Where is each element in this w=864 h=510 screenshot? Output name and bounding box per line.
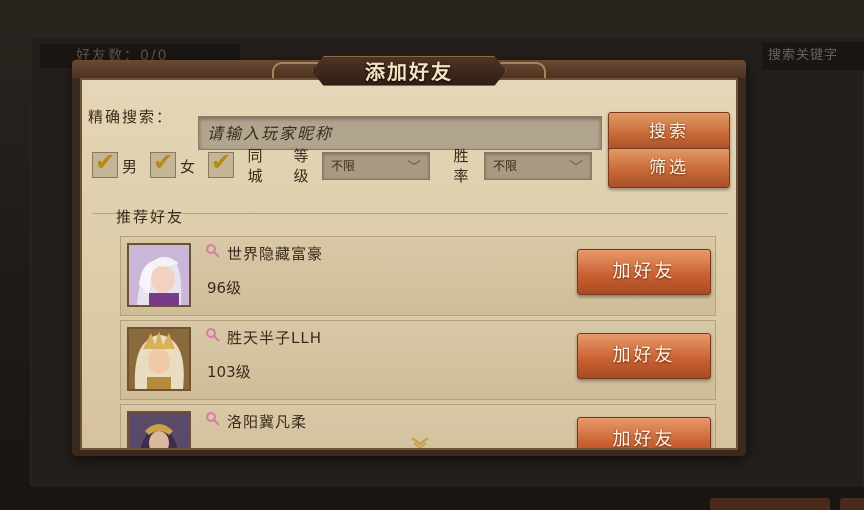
checkmark-icon: ✔ — [211, 148, 232, 176]
winrate-filter-label: 胜 率 — [452, 146, 470, 186]
avatar[interactable] — [127, 411, 191, 448]
female-checkbox[interactable]: ✔ — [150, 148, 176, 178]
female-gender-icon — [206, 328, 220, 342]
add-friend-button[interactable]: 加好友 — [577, 333, 711, 379]
level-label-line-2: 级 — [293, 167, 309, 185]
dialog-title: 添加好友 — [365, 60, 453, 84]
avatar[interactable] — [127, 243, 191, 307]
chevron-down-icon: ﹀ — [407, 160, 421, 176]
male-checkbox[interactable]: ✔ — [92, 148, 118, 178]
title-ornament-right — [500, 62, 546, 78]
friend-row: 胜天半子LLH 103级 加好友 — [120, 320, 716, 400]
winrate-dropdown[interactable]: 不限 ﹀ — [484, 152, 592, 180]
friend-name: 洛阳冀凡柔 — [227, 413, 308, 431]
add-friend-button[interactable]: 加好友 — [577, 417, 711, 448]
background-search-hint: 搜索关键字 — [762, 42, 864, 70]
friend-level: 103级 — [207, 363, 251, 381]
search-button[interactable]: 搜索 — [608, 112, 730, 152]
same-city-label: 同 城 — [246, 146, 264, 186]
level-dropdown-value: 不限 — [331, 159, 356, 173]
background-button — [710, 498, 830, 510]
dialog-content: 搜索 ✔ 男 ✔ 女 ✔ 同 城 等 级 不限 ﹀ 胜 率 不限 ﹀ — [80, 78, 738, 450]
level-label-line-1: 等 — [293, 147, 309, 165]
female-gender-icon — [206, 244, 220, 258]
friend-row: 世界隐藏富豪 96级 加好友 — [120, 236, 716, 316]
exact-search-label: 精确搜索： — [88, 108, 174, 126]
section-divider — [92, 213, 728, 214]
checkmark-icon: ✔ — [153, 148, 174, 176]
scroll-down-chevron-icon[interactable] — [410, 436, 430, 450]
same-city-label-line-2: 城 — [247, 167, 263, 185]
chevron-down-icon: ﹀ — [569, 160, 583, 176]
friend-level: 96级 — [207, 279, 242, 297]
background-button-2 — [840, 498, 864, 510]
friend-name: 世界隐藏富豪 — [227, 245, 324, 263]
filter-button[interactable]: 筛选 — [608, 148, 730, 188]
recommended-friends-title: 推荐好友 — [116, 208, 185, 226]
same-city-checkbox[interactable]: ✔ — [208, 148, 234, 178]
level-filter-label: 等 级 — [292, 146, 310, 186]
winrate-dropdown-value: 不限 — [493, 159, 518, 173]
female-label: 女 — [180, 158, 196, 176]
add-friend-button[interactable]: 加好友 — [577, 249, 711, 295]
level-dropdown[interactable]: 不限 ﹀ — [322, 152, 430, 180]
add-friend-dialog: 搜索 ✔ 男 ✔ 女 ✔ 同 城 等 级 不限 ﹀ 胜 率 不限 ﹀ — [72, 56, 746, 456]
checkmark-icon: ✔ — [95, 148, 116, 176]
player-nickname-input[interactable] — [198, 116, 602, 150]
male-label: 男 — [122, 158, 138, 176]
friend-name: 胜天半子LLH — [227, 329, 322, 347]
avatar[interactable] — [127, 327, 191, 391]
same-city-label-line-1: 同 — [247, 147, 263, 165]
winrate-label-line-2: 率 — [453, 167, 469, 185]
winrate-label-line-1: 胜 — [453, 147, 469, 165]
female-gender-icon — [206, 412, 220, 426]
